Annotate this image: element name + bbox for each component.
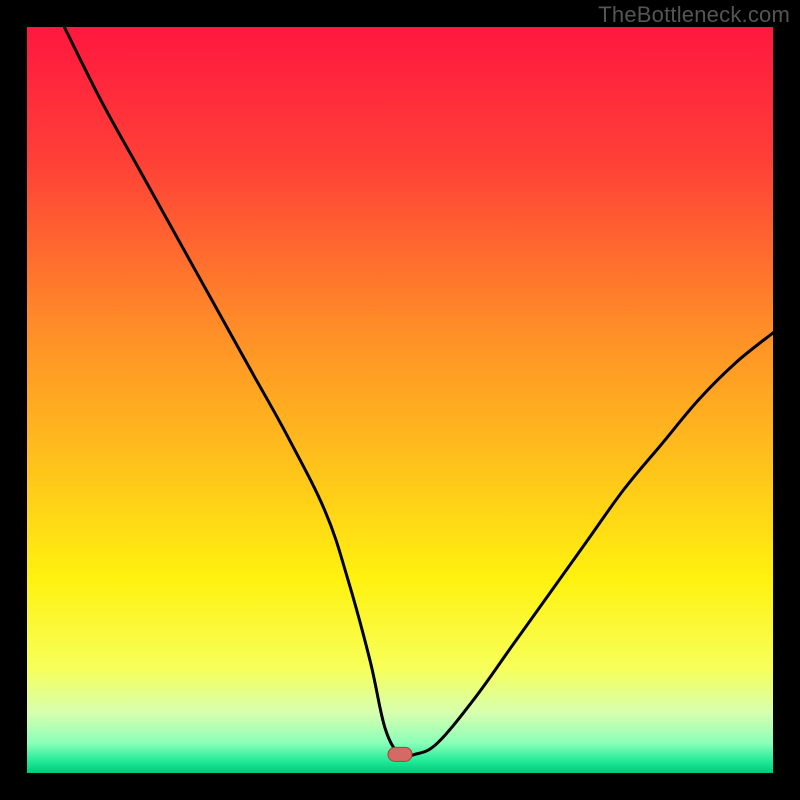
- watermark-text: TheBottleneck.com: [598, 2, 790, 28]
- gradient-background: [27, 27, 773, 773]
- optimum-marker: [388, 747, 412, 761]
- chart-frame: TheBottleneck.com: [0, 0, 800, 800]
- chart-svg: [27, 27, 773, 773]
- plot-area: [27, 27, 773, 773]
